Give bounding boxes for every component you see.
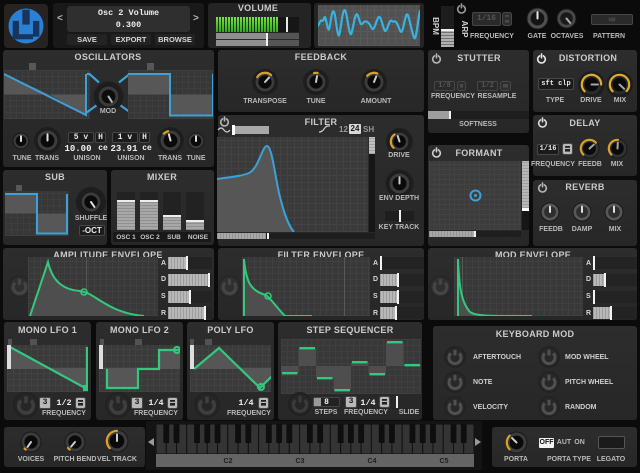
svg-text:C3: C3 [296, 458, 305, 465]
svg-text:C4: C4 [368, 458, 377, 465]
svg-text:C2: C2 [224, 458, 233, 465]
svg-text:C5: C5 [440, 458, 449, 465]
